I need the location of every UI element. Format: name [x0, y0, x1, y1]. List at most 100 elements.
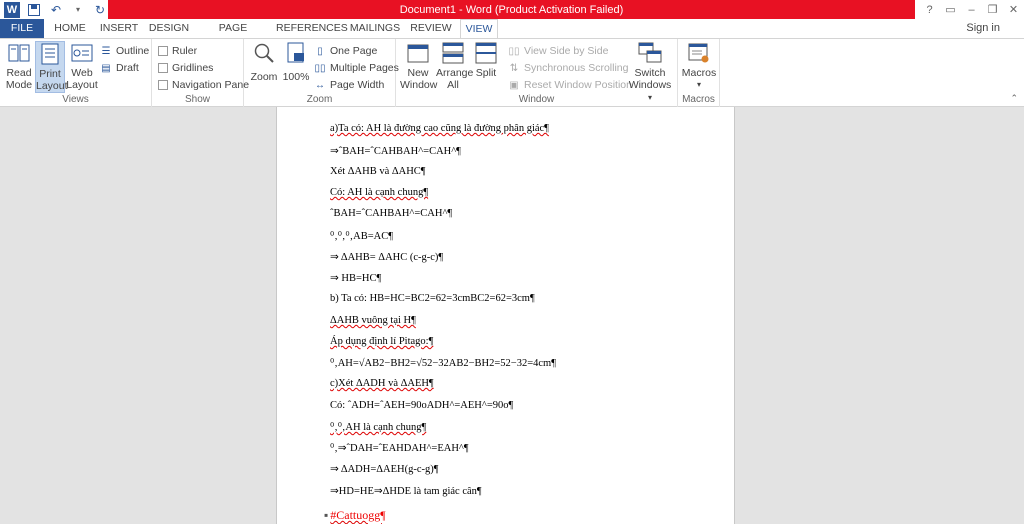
macros-button[interactable]: Macros ▾ [680, 41, 718, 91]
split-button[interactable]: Split [472, 41, 500, 79]
synchronous-scrolling-button[interactable]: ⇅ Synchronous Scrolling [508, 60, 629, 76]
tab-view[interactable]: VIEW [460, 19, 498, 39]
gridlines-checkbox[interactable]: Gridlines [158, 60, 213, 76]
side-by-side-icon: ▯▯ [508, 45, 520, 57]
doc-line-4: Có: AH là cạnh chung¶ [330, 187, 429, 198]
collapse-ribbon-icon[interactable]: ⌃ [1010, 93, 1018, 104]
tab-file[interactable]: FILE [0, 19, 44, 38]
zoom-100-button[interactable]: 100% [282, 41, 310, 83]
print-layout-label: Print Layout [36, 68, 68, 92]
arrange-all-icon [440, 41, 466, 65]
zoom-label: Zoom [250, 71, 278, 83]
tab-home[interactable]: HOME [52, 19, 88, 38]
one-page-label: One Page [330, 45, 378, 57]
zoom-button[interactable]: Zoom [248, 41, 280, 83]
doc-line-16: ⁰‚⇒ˆDAH=ˆEAHDAH^=EAH^¶ [330, 443, 469, 454]
one-page-button[interactable]: ▯ One Page [314, 43, 377, 59]
tab-design[interactable]: DESIGN [148, 19, 190, 38]
window-group: New Window Arrange All Split ▯▯ View Sid… [396, 39, 678, 107]
split-icon [473, 41, 499, 65]
print-layout-button[interactable]: Print Layout [35, 41, 68, 93]
new-window-button[interactable]: New Window [400, 41, 437, 91]
doc-line-13: c)Xét ΔADH và ΔAEH¶ [330, 378, 434, 389]
macros-group-label: Macros [682, 94, 715, 105]
reset-position-icon: ▣ [509, 79, 519, 91]
macros-group: Macros ▾ Macros [678, 39, 720, 107]
doc-line-9: b) Ta có: HB=HC=BC2=62=3cmBC2=62=3cm¶ [330, 293, 535, 304]
read-mode-icon [6, 41, 32, 65]
multiple-pages-icon: ▯▯ [314, 62, 326, 74]
tab-insert[interactable]: INSERT [98, 19, 140, 38]
page-width-icon: ↔ [315, 79, 325, 91]
sync-scroll-icon: ⇅ [509, 62, 519, 74]
doc-line-14: Có: ˆADH=ˆAEH=90oADH^=AEH^=90o¶ [330, 400, 514, 411]
draft-label: Draft [116, 62, 139, 74]
doc-line-2: ⇒ˆBAH=ˆCAHBAH^=CAH^¶ [330, 146, 461, 157]
minimize-icon[interactable]: – [961, 4, 982, 16]
draft-icon: ▤ [101, 62, 111, 74]
zoom-100-icon [283, 41, 309, 65]
outline-icon: ☰ [101, 45, 111, 57]
ribbon-display-options-icon[interactable]: ▭ [940, 3, 961, 16]
page-width-button[interactable]: ↔ Page Width [314, 77, 384, 93]
help-icon[interactable]: ? [919, 4, 940, 16]
arrange-all-button[interactable]: Arrange All [436, 41, 474, 91]
document-page[interactable]: a)Ta có: AH là đường cao cũng là đường p… [276, 107, 735, 524]
magnifier-icon [251, 41, 277, 65]
draft-button[interactable]: ▤ Draft [100, 60, 139, 76]
multiple-pages-label: Multiple Pages [330, 62, 399, 74]
read-mode-label: Read Mode [5, 67, 33, 91]
web-layout-button[interactable]: Web Layout [66, 41, 98, 91]
doc-line-15: ⁰‚⁰‚AH là cạnh chung¶ [330, 422, 427, 433]
print-layout-icon [37, 42, 63, 66]
window-controls: ? ▭ – ❐ ✕ [919, 0, 1024, 19]
dropdown-arrow-icon[interactable]: ▾ [70, 2, 86, 18]
zoom-group: Zoom 100% ▯ One Page ▯▯ Multiple Pages ↔… [244, 39, 399, 107]
doc-line-1: a)Ta có: AH là đường cao cũng là đường p… [330, 123, 549, 134]
web-layout-icon [69, 41, 95, 65]
view-side-by-side-button[interactable]: ▯▯ View Side by Side [508, 43, 608, 59]
save-icon[interactable] [26, 2, 42, 18]
close-icon[interactable]: ✕ [1003, 3, 1024, 16]
tab-references[interactable]: REFERENCES [276, 19, 348, 38]
gridlines-check-icon [158, 63, 168, 73]
restore-icon[interactable]: ❐ [982, 3, 1003, 16]
doc-line-7: ⇒ ΔAHB= ΔAHC (c-g-c)¶ [330, 252, 444, 263]
navigation-pane-checkbox[interactable]: Navigation Pane [158, 77, 249, 93]
doc-line-3: Xét ΔAHB và ΔAHC¶ [330, 166, 426, 177]
doc-line-18: ⇒HD=HE⇒ΔHDE là tam giác cân¶ [330, 486, 482, 497]
doc-line-12: ⁰‚AH=√AB2−BH2=√52−32AB2−BH2=52−32=4cm¶ [330, 358, 556, 369]
sync-scrolling-label: Synchronous Scrolling [524, 62, 629, 74]
show-group-label: Show [184, 94, 210, 105]
sign-in-link[interactable]: Sign in [966, 19, 1000, 38]
views-group-label: Views [62, 94, 89, 105]
doc-line-5: ˆBAH=ˆCAHBAH^=CAH^¶ [330, 208, 453, 219]
title-bar: W ↶ ▾ ↻ ≡ Document1 - Word (Product Acti… [0, 0, 1024, 19]
window-title: Document1 - Word (Product Activation Fai… [108, 0, 915, 19]
arrange-all-label: Arrange All [436, 67, 474, 91]
multiple-pages-button[interactable]: ▯▯ Multiple Pages [314, 60, 399, 76]
undo-icon[interactable]: ↶ [48, 2, 64, 18]
tab-mailings[interactable]: MAILINGS [348, 19, 402, 38]
tab-review[interactable]: REVIEW [410, 19, 452, 38]
word-logo-icon[interactable]: W [4, 1, 20, 18]
read-mode-button[interactable]: Read Mode [4, 41, 34, 91]
show-group: Ruler Gridlines Navigation Pane Show [152, 39, 249, 107]
window-group-label: Window [518, 94, 555, 105]
doc-hashtag-line: ▪ #Cattuogg¶ [324, 508, 386, 522]
side-by-side-label: View Side by Side [524, 45, 609, 57]
reset-window-position-button[interactable]: ▣ Reset Window Position [508, 77, 632, 93]
ribbon-tabs: FILE HOME INSERT DESIGN PAGE LAYOUT REFE… [0, 19, 1024, 53]
tab-page-layout[interactable]: PAGE LAYOUT [198, 19, 268, 53]
outline-button[interactable]: ☰ Outline [100, 43, 150, 59]
views-group: Read Mode Print Layout Web Layout ☰ Outl… [0, 39, 152, 107]
ribbon: Read Mode Print Layout Web Layout ☰ Outl… [0, 38, 1024, 107]
redo-icon[interactable]: ↻ [92, 2, 108, 18]
vertical-scrollbar[interactable] [1006, 107, 1020, 524]
zoom-100-label: 100% [282, 71, 310, 83]
ruler-check-icon [158, 46, 168, 56]
macros-dropdown-icon[interactable]: ▾ [680, 79, 718, 91]
ruler-checkbox[interactable]: Ruler [158, 43, 197, 59]
one-page-icon: ▯ [317, 45, 323, 57]
doc-line-11: Áp dụng định lí Pitago:¶ [330, 336, 434, 347]
